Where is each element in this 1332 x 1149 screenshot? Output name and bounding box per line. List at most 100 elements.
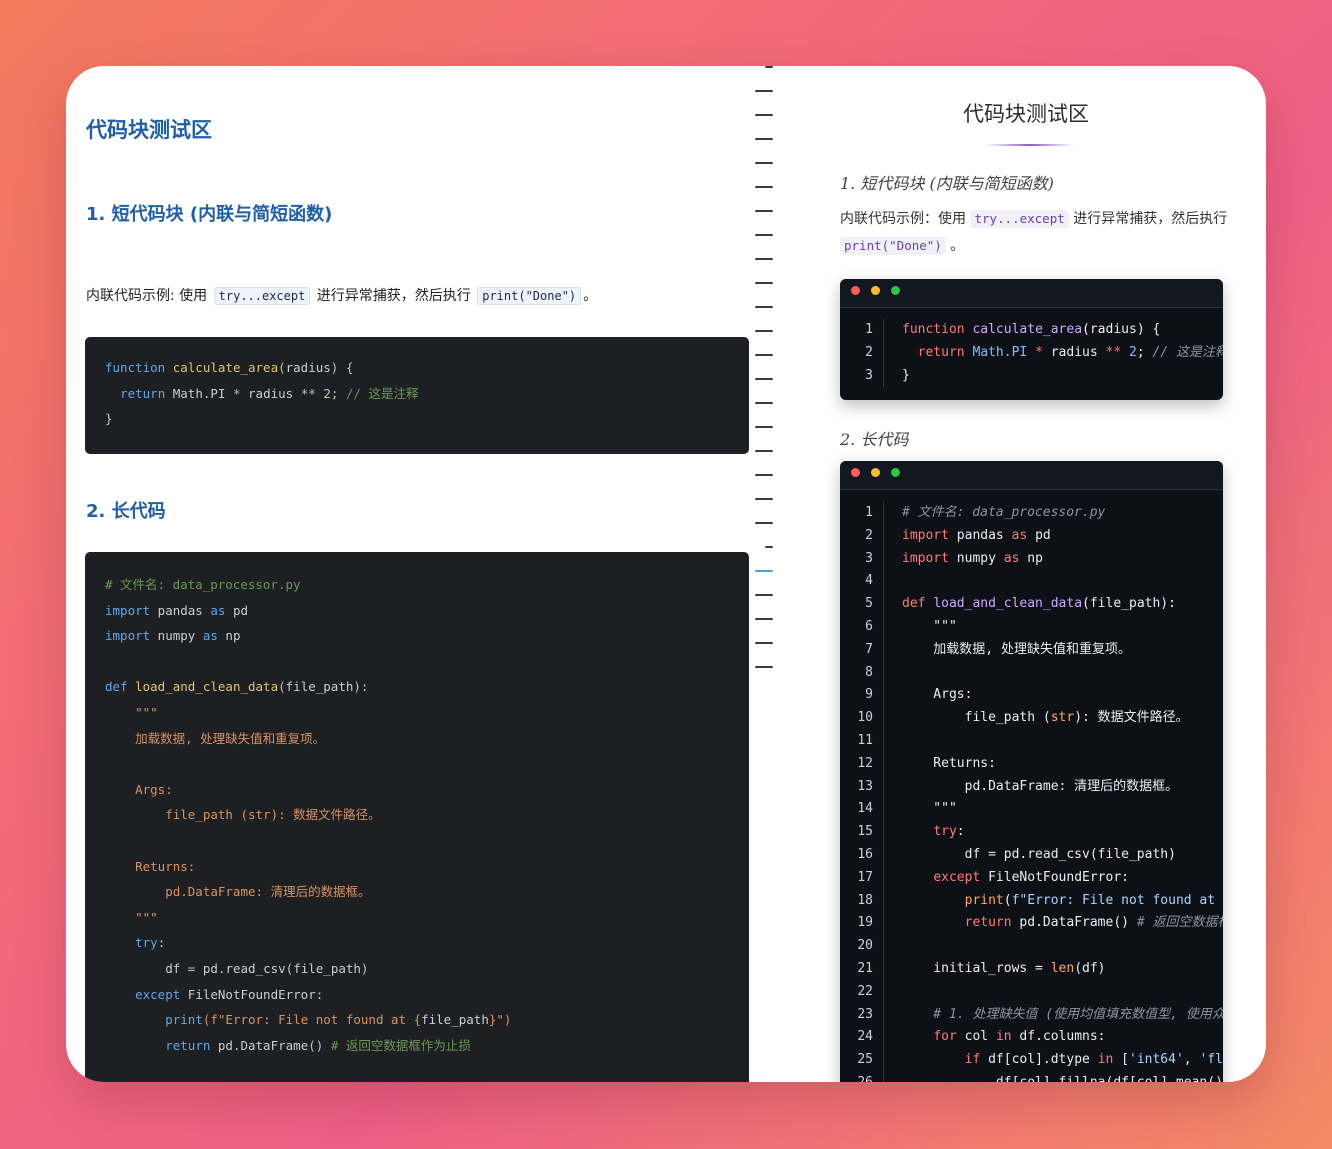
code-line: return Math.PI * radius ** 2; // 这是注释 xyxy=(120,385,419,401)
minimap-tick xyxy=(755,474,773,476)
code-row: 13 pd.DataFrame: 清理后的数据框。 xyxy=(840,775,1223,799)
app-window: 代码块测试区 1. 短代码块 (内联与简短函数) 内联代码示例: 使用 try.… xyxy=(66,66,1266,1082)
code-row: 6 """ xyxy=(840,615,1223,639)
close-dot-icon[interactable] xyxy=(851,468,860,477)
minimap-tick xyxy=(755,450,773,452)
minimap-tick xyxy=(755,666,773,668)
title-divider xyxy=(986,144,1074,146)
code-line: } xyxy=(105,411,113,427)
code-row: 22 xyxy=(840,980,1223,1004)
inline-code-print: print("Done") xyxy=(477,287,582,305)
preview-pane[interactable]: 代码块测试区 1. 短代码块 (内联与简短函数) 内联代码示例：使用 try..… xyxy=(786,66,1266,1082)
maximize-dot-icon[interactable] xyxy=(891,286,900,295)
code-line: print(f"Error: File not found at {file_p… xyxy=(165,1012,512,1028)
editor-section-1-heading: 1. 短代码块 (内联与简短函数) xyxy=(86,204,333,225)
editor-pane[interactable]: 代码块测试区 1. 短代码块 (内联与简短函数) 内联代码示例: 使用 try.… xyxy=(66,66,749,1082)
code-row: 5 def load_and_clean_data(file_path): xyxy=(840,593,1223,616)
code-line: Args: xyxy=(105,781,173,797)
code-line: 加载数据, 处理缺失值和重复项。 xyxy=(105,730,326,746)
code-row: 19 return pd.DataFrame() # 返回空数据框 xyxy=(840,912,1223,936)
code-row: 12 Returns: xyxy=(840,752,1223,776)
minimap-tick xyxy=(755,234,773,236)
code-line: return pd.DataFrame() # 返回空数据框作为止损 xyxy=(165,1037,471,1053)
code-line: file_path (str): 数据文件路径。 xyxy=(105,807,381,823)
code-row: 2 return Math.PI * radius ** 2; // 这是注释 xyxy=(840,341,1223,365)
terminal-title-bar xyxy=(840,279,1223,308)
minimap-tick xyxy=(755,642,773,644)
editor-long-code-block[interactable]: # 文件名: data_processor.py import pandas a… xyxy=(85,552,749,1082)
minimap-tick xyxy=(755,570,773,572)
short-code-body: 1 function calculate_area(radius) { 2 ret… xyxy=(840,308,1223,388)
code-row: 23 # 1. 处理缺失值 (使用均值填充数值型, 使用众 xyxy=(840,1003,1223,1027)
code-line: pd.DataFrame: 清理后的数据框。 xyxy=(105,884,371,900)
code-row: 9 Args: xyxy=(840,684,1223,708)
minimap-tick xyxy=(755,594,773,596)
code-row: 20 xyxy=(840,935,1223,958)
code-line: """ xyxy=(105,909,158,925)
long-code-body: 1 # 文件名: data_processor.py 2 import pandas… xyxy=(840,490,1223,1082)
code-row: 3 import numpy as np xyxy=(840,547,1223,571)
code-row: 11 xyxy=(840,729,1223,753)
code-row: 8 xyxy=(840,661,1223,685)
preview-long-code-window[interactable]: 1 # 文件名: data_processor.py 2 import pandas… xyxy=(840,461,1223,1082)
preview-section-2-heading: 2. 长代码 xyxy=(840,430,909,449)
minimize-dot-icon[interactable] xyxy=(871,468,880,477)
terminal-title-bar xyxy=(840,461,1223,490)
minimap-tick xyxy=(755,354,773,356)
code-line: Returns: xyxy=(105,858,196,874)
preview-title: 代码块测试区 xyxy=(963,102,1089,126)
code-row: 1 # 文件名: data_processor.py xyxy=(840,502,1223,525)
minimap-tick xyxy=(755,498,773,500)
code-row: 21 initial_rows = len(df) xyxy=(840,957,1223,981)
minimap-tick xyxy=(755,378,773,380)
preview-section-1-heading: 1. 短代码块 (内联与简短函数) xyxy=(840,174,1054,193)
minimap-tick xyxy=(755,210,773,212)
minimap-tick xyxy=(755,426,773,428)
preview-inline-paragraph: 内联代码示例：使用 try...except 进行异常捕获，然后执行 print… xyxy=(840,210,1228,255)
code-row: 10 file_path (str): 数据文件路径。 xyxy=(840,707,1223,730)
minimap-tick xyxy=(755,162,773,164)
code-line: """ xyxy=(105,704,158,720)
code-row: 18 print(f"Error: File not found at xyxy=(840,889,1223,913)
code-line: df = pd.read_csv(file_path) xyxy=(105,960,369,976)
minimap-scroll-gutter[interactable] xyxy=(753,66,777,1082)
minimap-tick xyxy=(755,522,773,524)
minimap-tick xyxy=(765,66,773,68)
code-line: # 文件名: data_processor.py xyxy=(105,577,301,592)
maximize-dot-icon[interactable] xyxy=(891,468,900,477)
code-row: 24 for col in df.columns: xyxy=(840,1026,1223,1050)
code-row: 1 function calculate_area(radius) { xyxy=(840,319,1223,342)
minimap-tick xyxy=(755,306,773,308)
code-line: import pandas as pd xyxy=(105,602,249,618)
code-line: except FileNotFoundError: xyxy=(135,986,324,1002)
minimap-tick xyxy=(755,90,773,92)
minimize-dot-icon[interactable] xyxy=(871,286,880,295)
editor-section-2-heading: 2. 长代码 xyxy=(86,501,166,522)
minimap-tick xyxy=(755,138,773,140)
preview-inline-code-print: print("Done") xyxy=(840,237,946,255)
close-dot-icon[interactable] xyxy=(851,286,860,295)
minimap-tick xyxy=(755,282,773,284)
minimap-tick xyxy=(755,114,773,116)
code-line: function calculate_area(radius) { xyxy=(105,360,354,375)
minimap-tick xyxy=(755,258,773,260)
code-row: 2 import pandas as pd xyxy=(840,524,1223,548)
code-row: 7 加载数据, 处理缺失值和重复项。 xyxy=(840,638,1223,662)
preview-short-code-window[interactable]: 1 function calculate_area(radius) { 2 ret… xyxy=(840,279,1223,400)
minimap-tick xyxy=(755,330,773,332)
code-row: 25 if df[col].dtype in ['int64', 'fl xyxy=(840,1049,1223,1072)
code-line: def load_and_clean_data(file_path): xyxy=(105,679,369,695)
code-row: 17 except FileNotFoundError: xyxy=(840,866,1223,890)
minimap-tick xyxy=(755,186,773,188)
minimap-tick xyxy=(755,618,773,620)
code-row: 3} xyxy=(840,364,1223,388)
editor-short-code-block[interactable]: function calculate_area(radius) { return… xyxy=(85,337,749,454)
editor-heading: 代码块测试区 xyxy=(86,118,212,142)
editor-inline-paragraph: 内联代码示例: 使用 try...except 进行异常捕获，然后执行 prin… xyxy=(86,287,598,305)
minimap-tick xyxy=(765,546,773,548)
code-row: 15 try: xyxy=(840,821,1223,844)
code-line: import numpy as np xyxy=(105,628,241,644)
